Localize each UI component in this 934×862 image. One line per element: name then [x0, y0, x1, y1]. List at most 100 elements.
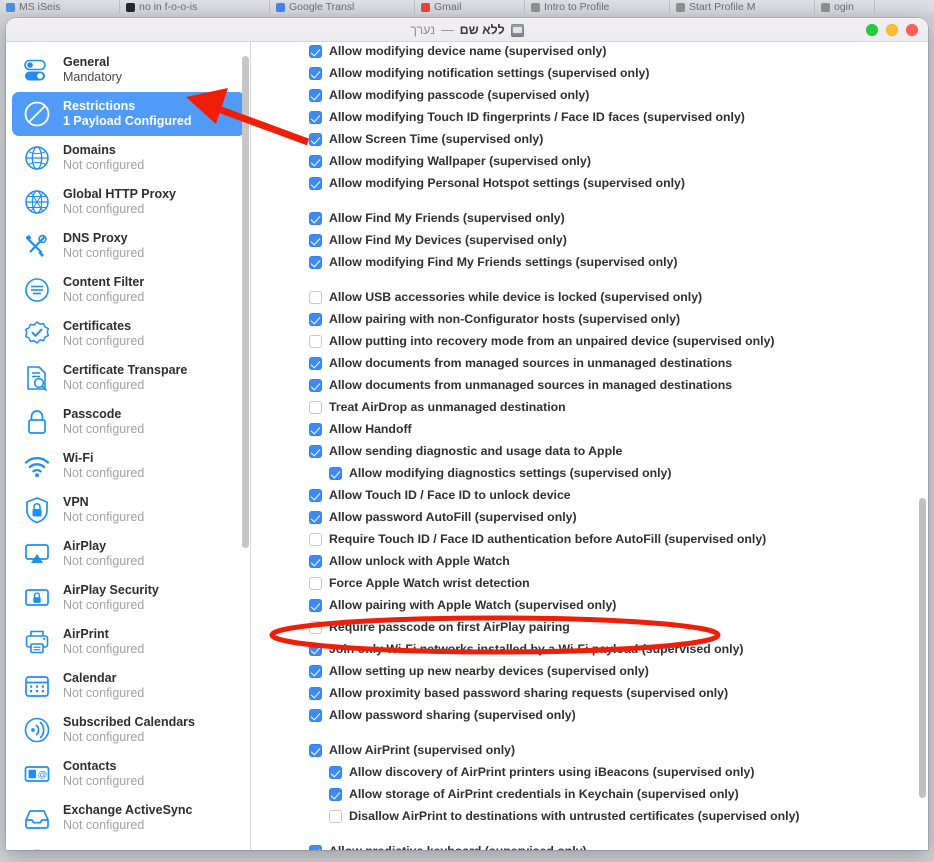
- restriction-checkbox-row[interactable]: Allow modifying Wallpaper (supervised on…: [251, 152, 928, 174]
- checkbox-unchecked-icon[interactable]: [329, 810, 342, 823]
- browser-tab[interactable]: no in f-o-o-is: [120, 0, 270, 14]
- checkbox-checked-icon[interactable]: [309, 489, 322, 502]
- restriction-checkbox-row[interactable]: Allow modifying Touch ID fingerprints / …: [251, 108, 928, 130]
- checkbox-unchecked-icon[interactable]: [309, 577, 322, 590]
- restriction-checkbox-row[interactable]: Allow unlock with Apple Watch: [251, 552, 928, 574]
- restriction-checkbox-row[interactable]: Allow USB accessories while device is lo…: [251, 288, 928, 310]
- window-controls[interactable]: [866, 18, 918, 42]
- restriction-checkbox-row[interactable]: Allow password sharing (supervised only): [251, 706, 928, 728]
- restriction-checkbox-row[interactable]: Allow putting into recovery mode from an…: [251, 332, 928, 354]
- checkbox-checked-icon[interactable]: [309, 256, 322, 269]
- browser-tab[interactable]: ogin: [815, 0, 875, 14]
- checkbox-checked-icon[interactable]: [309, 643, 322, 656]
- sidebar-item-airprint[interactable]: AirPrint Not configured: [12, 620, 245, 664]
- restriction-checkbox-row[interactable]: Allow modifying Personal Hotspot setting…: [251, 174, 928, 196]
- checkbox-unchecked-icon[interactable]: [309, 291, 322, 304]
- restriction-checkbox-row[interactable]: Allow pairing with non-Configurator host…: [251, 310, 928, 332]
- checkbox-checked-icon[interactable]: [309, 845, 322, 850]
- checkbox-checked-icon[interactable]: [309, 155, 322, 168]
- sidebar-item-subscribed-calendars[interactable]: Subscribed Calendars Not configured: [12, 708, 245, 752]
- sidebar-item-certificate-transpare[interactable]: Certificate Transpare Not configured: [12, 356, 245, 400]
- checkbox-checked-icon[interactable]: [329, 766, 342, 779]
- window-title-bar[interactable]: ללא שם — נערך: [6, 18, 928, 42]
- browser-tab[interactable]: Start Profile M: [670, 0, 815, 14]
- checkbox-checked-icon[interactable]: [309, 599, 322, 612]
- restriction-checkbox-row[interactable]: Allow modifying diagnostics settings (su…: [251, 464, 928, 486]
- checkbox-checked-icon[interactable]: [309, 709, 322, 722]
- sidebar-item-passcode[interactable]: Passcode Not configured: [12, 400, 245, 444]
- restriction-checkbox-row[interactable]: Treat AirDrop as unmanaged destination: [251, 398, 928, 420]
- sidebar-item-google-account[interactable]: Google Account: [12, 840, 245, 850]
- zoom-button[interactable]: [866, 24, 878, 36]
- content-scrollbar-thumb[interactable]: [919, 498, 926, 798]
- restriction-checkbox-row[interactable]: Allow documents from managed sources in …: [251, 354, 928, 376]
- sidebar-item-dns-proxy[interactable]: DNS Proxy Not configured: [12, 224, 245, 268]
- checkbox-checked-icon[interactable]: [309, 212, 322, 225]
- checkbox-checked-icon[interactable]: [309, 67, 322, 80]
- sidebar-item-general[interactable]: General Mandatory: [12, 48, 245, 92]
- checkbox-checked-icon[interactable]: [309, 379, 322, 392]
- restriction-checkbox-row[interactable]: Allow proximity based password sharing r…: [251, 684, 928, 706]
- checkbox-checked-icon[interactable]: [309, 423, 322, 436]
- checkbox-checked-icon[interactable]: [309, 133, 322, 146]
- sidebar-item-vpn[interactable]: VPN Not configured: [12, 488, 245, 532]
- checkbox-unchecked-icon[interactable]: [309, 621, 322, 634]
- restrictions-panel[interactable]: Allow modifying device name (supervised …: [251, 42, 928, 850]
- browser-tab[interactable]: MS iSeis: [0, 0, 120, 14]
- sidebar-item-domains[interactable]: Domains Not configured: [12, 136, 245, 180]
- restriction-checkbox-row[interactable]: Allow modifying Find My Friends settings…: [251, 253, 928, 275]
- restriction-checkbox-row[interactable]: Allow setting up new nearby devices (sup…: [251, 662, 928, 684]
- restriction-checkbox-row[interactable]: Allow Find My Friends (supervised only): [251, 209, 928, 231]
- restriction-checkbox-row[interactable]: Allow modifying device name (supervised …: [251, 42, 928, 64]
- sidebar-item-airplay-security[interactable]: AirPlay Security Not configured: [12, 576, 245, 620]
- restriction-checkbox-row[interactable]: Require passcode on first AirPlay pairin…: [251, 618, 928, 640]
- checkbox-checked-icon[interactable]: [309, 234, 322, 247]
- checkbox-checked-icon[interactable]: [309, 357, 322, 370]
- checkbox-unchecked-icon[interactable]: [309, 533, 322, 546]
- restriction-checkbox-row[interactable]: Force Apple Watch wrist detection: [251, 574, 928, 596]
- close-button[interactable]: [906, 24, 918, 36]
- sidebar-item-contacts[interactable]: @ Contacts Not configured: [12, 752, 245, 796]
- restriction-checkbox-row[interactable]: Disallow AirPrint to destinations with u…: [251, 807, 928, 829]
- restriction-checkbox-row[interactable]: Allow Screen Time (supervised only): [251, 130, 928, 152]
- restriction-checkbox-row[interactable]: Allow pairing with Apple Watch (supervis…: [251, 596, 928, 618]
- checkbox-checked-icon[interactable]: [309, 111, 322, 124]
- sidebar-item-wi-fi[interactable]: Wi-Fi Not configured: [12, 444, 245, 488]
- checkbox-checked-icon[interactable]: [309, 665, 322, 678]
- restriction-checkbox-row[interactable]: Join only Wi-Fi networks installed by a …: [251, 640, 928, 662]
- checkbox-checked-icon[interactable]: [309, 511, 322, 524]
- payload-sidebar[interactable]: General Mandatory Restrictions 1 Payload Co…: [6, 42, 251, 850]
- restriction-checkbox-row[interactable]: Allow modifying passcode (supervised onl…: [251, 86, 928, 108]
- sidebar-scrollbar-thumb[interactable]: [242, 56, 249, 548]
- checkbox-checked-icon[interactable]: [309, 445, 322, 458]
- checkbox-checked-icon[interactable]: [329, 788, 342, 801]
- restriction-checkbox-row[interactable]: Allow predictive keyboard (supervised on…: [251, 842, 928, 850]
- sidebar-item-global-http-proxy[interactable]: Global HTTP Proxy Not configured: [12, 180, 245, 224]
- browser-tab[interactable]: Gmail: [415, 0, 525, 14]
- sidebar-item-content-filter[interactable]: Content Filter Not configured: [12, 268, 245, 312]
- sidebar-item-restrictions[interactable]: Restrictions 1 Payload Configured: [12, 92, 245, 136]
- restriction-checkbox-row[interactable]: Allow Find My Devices (supervised only): [251, 231, 928, 253]
- restriction-checkbox-row[interactable]: Require Touch ID / Face ID authenticatio…: [251, 530, 928, 552]
- restriction-checkbox-row[interactable]: Allow discovery of AirPrint printers usi…: [251, 763, 928, 785]
- checkbox-checked-icon[interactable]: [309, 555, 322, 568]
- restriction-checkbox-row[interactable]: Allow Handoff: [251, 420, 928, 442]
- restriction-checkbox-row[interactable]: Allow Touch ID / Face ID to unlock devic…: [251, 486, 928, 508]
- browser-tab[interactable]: Google Transl: [270, 0, 415, 14]
- restriction-checkbox-row[interactable]: Allow documents from unmanaged sources i…: [251, 376, 928, 398]
- minimize-button[interactable]: [886, 24, 898, 36]
- sidebar-item-airplay[interactable]: AirPlay Not configured: [12, 532, 245, 576]
- restriction-checkbox-row[interactable]: Allow sending diagnostic and usage data …: [251, 442, 928, 464]
- checkbox-checked-icon[interactable]: [309, 687, 322, 700]
- checkbox-checked-icon[interactable]: [309, 89, 322, 102]
- sidebar-item-certificates[interactable]: Certificates Not configured: [12, 312, 245, 356]
- restriction-checkbox-row[interactable]: Allow password AutoFill (supervised only…: [251, 508, 928, 530]
- checkbox-checked-icon[interactable]: [309, 177, 322, 190]
- restriction-checkbox-row[interactable]: Allow modifying notification settings (s…: [251, 64, 928, 86]
- checkbox-checked-icon[interactable]: [329, 467, 342, 480]
- checkbox-checked-icon[interactable]: [309, 313, 322, 326]
- browser-tab-strip[interactable]: MS iSeis no in f-o-o-is Google Transl Gmail…: [0, 0, 934, 14]
- browser-tab[interactable]: Intro to Profile: [525, 0, 670, 14]
- checkbox-checked-icon[interactable]: [309, 45, 322, 58]
- sidebar-item-exchange-activesync[interactable]: Exchange ActiveSync Not configured: [12, 796, 245, 840]
